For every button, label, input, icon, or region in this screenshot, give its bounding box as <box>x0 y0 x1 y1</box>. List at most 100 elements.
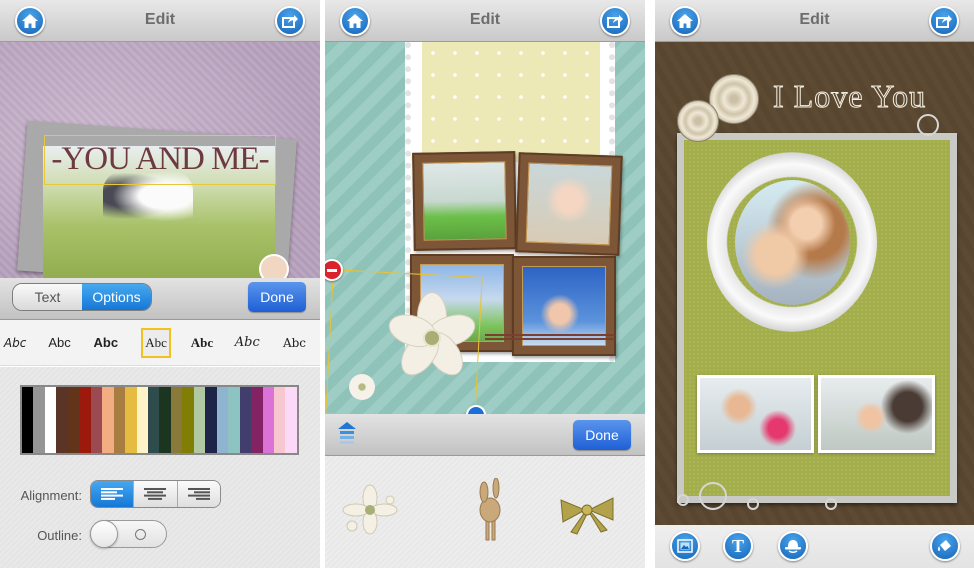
family-photo <box>422 161 507 241</box>
color-swatch[interactable] <box>273 387 286 453</box>
share-button[interactable] <box>929 6 959 36</box>
color-swatch[interactable] <box>182 387 194 453</box>
color-swatch[interactable] <box>285 387 297 453</box>
collage-canvas[interactable]: I Love You <box>655 42 974 525</box>
flower-sticker-icon <box>342 484 398 535</box>
color-swatch[interactable] <box>79 387 91 453</box>
color-swatch[interactable] <box>228 387 240 453</box>
couple-photo-left[interactable] <box>697 375 814 453</box>
bow-sticker-icon <box>560 497 614 535</box>
font-option[interactable]: Abc <box>89 335 123 350</box>
options-panel: Alignment: Outline: <box>0 367 320 568</box>
nav-bar: Edit <box>655 0 974 42</box>
photo-frame[interactable] <box>512 256 616 356</box>
family-photo <box>525 162 613 246</box>
color-swatch[interactable] <box>170 387 183 453</box>
text-button[interactable]: T <box>723 531 753 561</box>
color-swatch[interactable] <box>159 387 171 453</box>
background-button[interactable] <box>930 531 960 561</box>
tab-text[interactable]: Text <box>13 284 82 310</box>
color-swatch[interactable] <box>33 387 45 453</box>
swirl-decoration <box>747 498 759 510</box>
edit-toolbar: Text Options Done <box>0 278 320 320</box>
outline-toggle[interactable] <box>90 520 167 548</box>
align-left-button[interactable] <box>91 481 135 507</box>
color-swatch[interactable] <box>239 387 252 453</box>
collage-preview-screen: Edit I Love You T <box>655 0 974 568</box>
text-options-screen: Edit -YOU AND ME- Text Options Done Abc … <box>0 0 320 568</box>
font-option[interactable]: Abc <box>0 336 30 350</box>
color-swatch[interactable] <box>56 387 68 453</box>
color-swatch[interactable] <box>262 387 274 453</box>
white-flower-sticker[interactable] <box>340 478 400 542</box>
done-button[interactable]: Done <box>248 282 306 312</box>
color-swatch[interactable] <box>67 387 80 453</box>
done-button[interactable]: Done <box>573 420 631 450</box>
color-swatch[interactable] <box>251 387 263 453</box>
share-icon <box>607 15 623 28</box>
photo-frame[interactable] <box>515 152 623 256</box>
photo-frame[interactable] <box>412 151 517 251</box>
color-palette <box>20 385 299 455</box>
font-option[interactable]: Abc <box>226 335 269 350</box>
nav-bar: Edit <box>0 0 320 42</box>
nav-bar: Edit <box>325 0 645 42</box>
couple-photo-right[interactable] <box>818 375 935 453</box>
tab-options[interactable]: Options <box>82 284 151 310</box>
font-option-selected[interactable]: Abc <box>140 327 172 358</box>
collapse-arrow-icon <box>338 422 356 444</box>
paint-bucket-icon <box>938 540 951 551</box>
color-swatch[interactable] <box>125 387 137 453</box>
swirl-decoration <box>677 494 689 506</box>
nav-title: Edit <box>469 11 501 28</box>
alignment-control <box>90 480 221 508</box>
ribbon-decoration <box>485 334 615 340</box>
photo-frame-icon <box>677 539 693 553</box>
swirl-decoration <box>917 114 939 136</box>
toggle-knob[interactable] <box>90 520 118 548</box>
text-layer-selected[interactable]: -YOU AND ME- <box>44 135 276 185</box>
font-picker: Abc Abc Abc Abc Abc Abc Abc <box>0 320 320 366</box>
sticker-tray <box>325 456 645 568</box>
font-option[interactable]: Abc <box>269 336 320 350</box>
collapse-button[interactable] <box>338 422 356 446</box>
color-swatch[interactable] <box>44 387 57 453</box>
font-option[interactable]: Abc <box>178 335 225 351</box>
sticker-button[interactable] <box>778 531 808 561</box>
share-button[interactable] <box>275 6 305 36</box>
bottom-toolbar: T <box>655 525 974 568</box>
text-icon: T <box>731 535 744 556</box>
color-swatch[interactable] <box>90 387 103 453</box>
sticker-toolbar: Done <box>325 414 645 456</box>
alignment-label: Alignment: <box>20 488 82 503</box>
color-swatch[interactable] <box>193 387 206 453</box>
selection-box <box>325 269 483 422</box>
title-text-layer[interactable]: I Love You <box>772 78 926 115</box>
share-button[interactable] <box>600 6 630 36</box>
sticker-screen: Edit Done <box>325 0 645 568</box>
rose-sticker[interactable] <box>673 74 773 152</box>
text-options-segmented-control: Text Options <box>12 283 152 311</box>
align-right-button[interactable] <box>177 481 220 507</box>
outline-label: Outline: <box>37 528 82 543</box>
color-swatch[interactable] <box>22 387 34 453</box>
swirl-decoration <box>825 498 837 510</box>
nav-title: Edit <box>799 11 830 28</box>
nav-title: Edit <box>144 11 176 28</box>
couple-main-photo[interactable] <box>735 180 850 305</box>
font-option[interactable]: Abc <box>30 335 89 350</box>
color-swatch[interactable] <box>147 387 160 453</box>
swirl-decoration <box>699 482 727 510</box>
gold-bow-sticker[interactable] <box>557 478 617 542</box>
color-swatch[interactable] <box>216 387 229 453</box>
color-swatch[interactable] <box>205 387 217 453</box>
off-indicator-icon <box>135 529 146 540</box>
dried-bouquet-sticker[interactable] <box>460 477 520 542</box>
color-swatch[interactable] <box>102 387 114 453</box>
collage-canvas[interactable]: -YOU AND ME- <box>0 42 320 290</box>
collage-canvas[interactable] <box>325 42 645 425</box>
align-center-button[interactable] <box>134 481 178 507</box>
color-swatch[interactable] <box>136 387 148 453</box>
color-swatch[interactable] <box>113 387 126 453</box>
photos-button[interactable] <box>670 531 700 561</box>
